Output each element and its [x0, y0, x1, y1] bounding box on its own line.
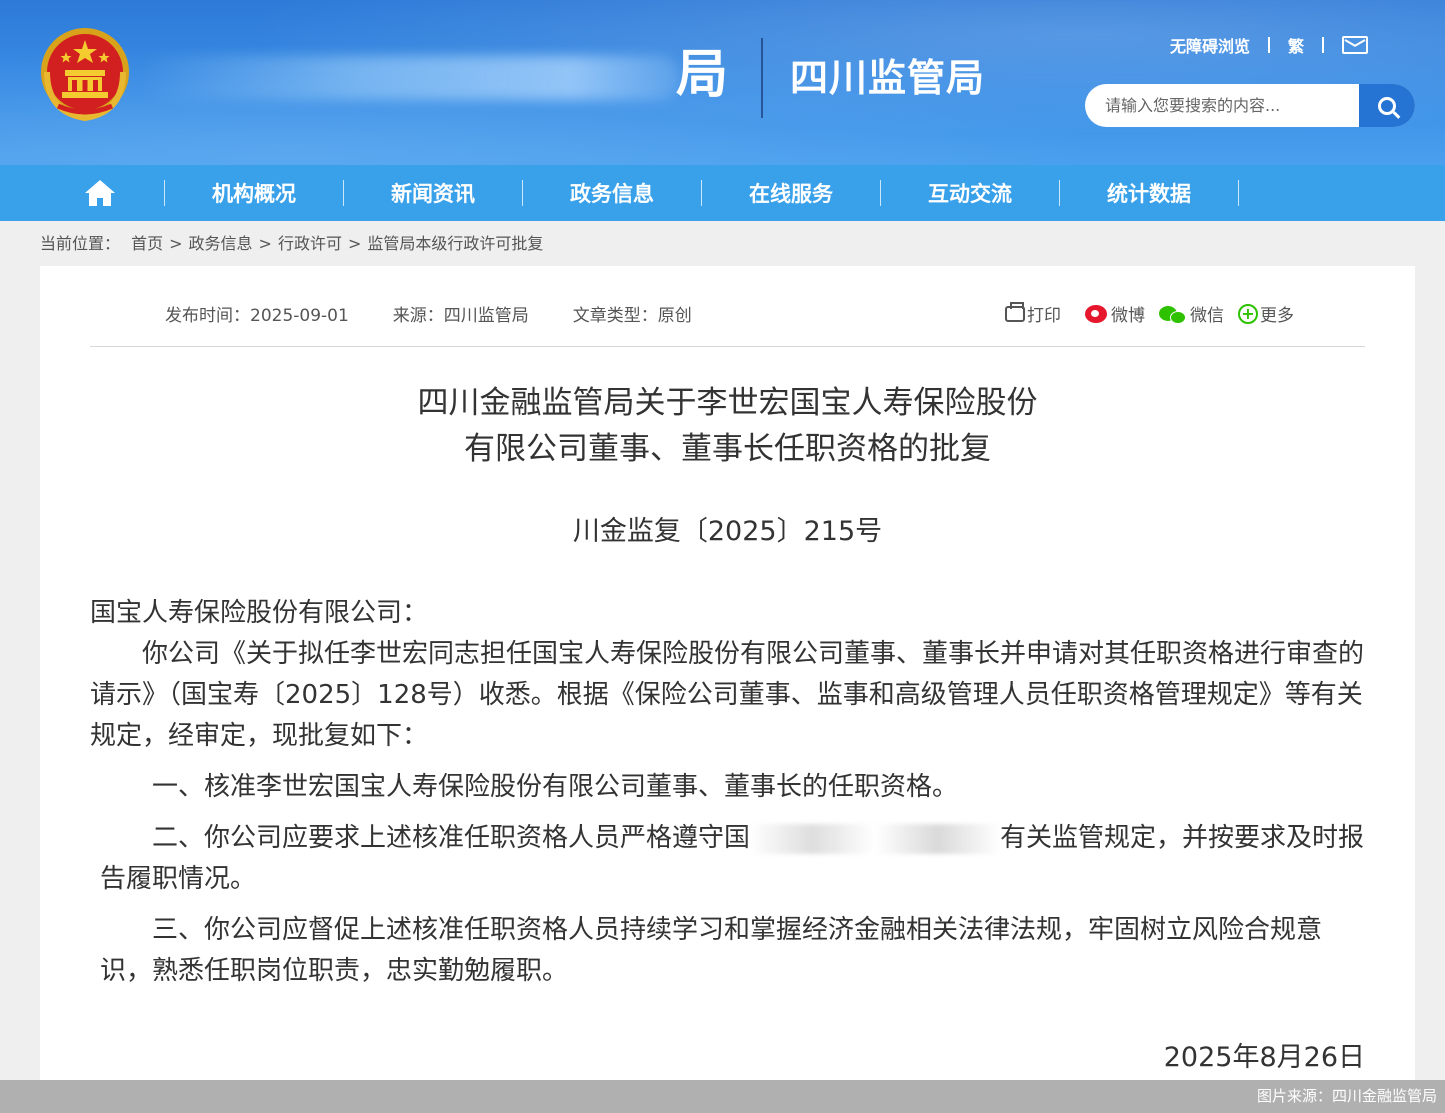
plus-icon: +: [1238, 303, 1258, 324]
search-box: [1085, 84, 1415, 127]
search-icon: [1378, 96, 1396, 115]
share-bar: 打印 微博 微信 + 更多: [1005, 301, 1308, 326]
nav-home[interactable]: [0, 165, 150, 221]
weibo-label: 微博: [1111, 306, 1145, 326]
publish-time: 发布时间：2025-09-01: [165, 306, 349, 326]
article-source: 来源：四川监管局: [392, 306, 529, 326]
nav-item-statistics[interactable]: 统计数据: [1060, 165, 1238, 221]
nav-separator: [1238, 180, 1239, 206]
redacted-text: [750, 823, 1001, 854]
nav-item-about[interactable]: 机构概况: [165, 165, 343, 221]
org-name: 四川监管局: [790, 56, 986, 100]
approval-item-2: 二、你公司应要求上述核准任职资格人员严格遵守国 有关监管规定，并按要求及时报告履职…: [90, 818, 1370, 900]
body-paragraph: 你公司《关于拟任李世宏同志担任国宝人寿保险股份有限公司董事、董事长并申请对其任职…: [90, 639, 1365, 751]
breadcrumb-current[interactable]: 监管局本级行政许可批复: [367, 234, 543, 253]
blurred-title-region: [140, 56, 680, 100]
link-separator: [1268, 37, 1271, 53]
approval-item-1: 一、核准李世宏国宝人寿保险股份有限公司董事、董事长的任职资格。: [152, 772, 959, 802]
weibo-icon: [1085, 304, 1107, 323]
image-source-watermark: 图片来源：四川金融监管局: [1256, 1087, 1437, 1105]
wechat-share-button[interactable]: 微信: [1159, 301, 1224, 326]
nav-item-interaction[interactable]: 互动交流: [881, 165, 1059, 221]
top-links: 无障碍浏览 繁: [1170, 32, 1369, 58]
weibo-share-button[interactable]: 微博: [1085, 301, 1145, 326]
link-separator: [1322, 37, 1325, 53]
main-nav: 机构概况 新闻资讯 政务信息 在线服务 互动交流 统计数据: [0, 165, 1445, 221]
article-body: 国宝人寿保险股份有限公司： 你公司《关于拟任李世宏同志担任国宝人寿保险股份有限公…: [90, 593, 1370, 992]
home-icon: [85, 180, 115, 206]
header-divider: [761, 38, 763, 118]
search-input[interactable]: [1085, 84, 1359, 127]
article-panel: 发布时间：2025-09-01 来源：四川监管局 文章类型：原创 打印 微博 微…: [40, 266, 1415, 1113]
article-meta: 发布时间：2025-09-01 来源：四川监管局 文章类型：原创: [165, 301, 736, 326]
traditional-chinese-link[interactable]: 繁: [1288, 33, 1304, 57]
nav-item-news[interactable]: 新闻资讯: [344, 165, 522, 221]
document-number: 川金监复〔2025〕215号: [572, 516, 883, 547]
wechat-label: 微信: [1190, 306, 1224, 326]
breadcrumb-separator: >: [258, 234, 272, 253]
more-share-button[interactable]: + 更多: [1238, 301, 1294, 326]
title-line-2: 有限公司董事、董事长任职资格的批复: [464, 431, 991, 467]
breadcrumb-separator: >: [169, 234, 183, 253]
site-title-fragment: 局: [676, 45, 729, 105]
breadcrumb: 当前位置： 首页 > 政务信息 > 行政许可 > 监管局本级行政许可批复: [40, 231, 549, 257]
search-button[interactable]: [1359, 84, 1415, 127]
breadcrumb-separator: >: [347, 234, 362, 253]
salutation: 国宝人寿保险股份有限公司：: [90, 598, 429, 628]
nav-item-government-info[interactable]: 政务信息: [523, 165, 701, 221]
article-title: 四川金融监管局关于李世宏国宝人寿保险股份 有限公司董事、董事长任职资格的批复: [240, 380, 1215, 472]
breadcrumb-home[interactable]: 首页: [131, 234, 163, 253]
accessibility-link[interactable]: 无障碍浏览: [1170, 33, 1250, 57]
document-date: 2025年8月26日: [1163, 1042, 1365, 1073]
site-header: 局 四川监管局 无障碍浏览 繁: [0, 0, 1445, 165]
approval-item-3: 三、你公司应督促上述核准任职资格人员持续学习和掌握经济金融相关法律法规，牢固树立…: [100, 915, 1323, 986]
breadcrumb-prefix: 当前位置：: [40, 234, 121, 253]
meta-divider: [90, 346, 1365, 347]
printer-icon: [1005, 301, 1025, 322]
article-type: 文章类型：原创: [572, 306, 692, 326]
breadcrumb-government-info[interactable]: 政务信息: [189, 234, 253, 253]
breadcrumb-administrative-license[interactable]: 行政许可: [278, 234, 342, 253]
print-button[interactable]: 打印: [1005, 301, 1061, 326]
more-label: 更多: [1260, 306, 1294, 326]
item-2-text-a: 二、你公司应要求上述核准任职资格人员严格遵守国: [152, 823, 751, 853]
national-emblem-icon[interactable]: [38, 26, 132, 122]
wechat-icon: [1159, 304, 1187, 324]
mail-icon[interactable]: [1342, 36, 1369, 54]
image-source-bar: 图片来源：四川金融监管局: [0, 1080, 1445, 1113]
title-line-1: 四川金融监管局关于李世宏国宝人寿保险股份: [417, 385, 1038, 421]
print-label: 打印: [1027, 306, 1061, 326]
nav-item-online-service[interactable]: 在线服务: [702, 165, 880, 221]
